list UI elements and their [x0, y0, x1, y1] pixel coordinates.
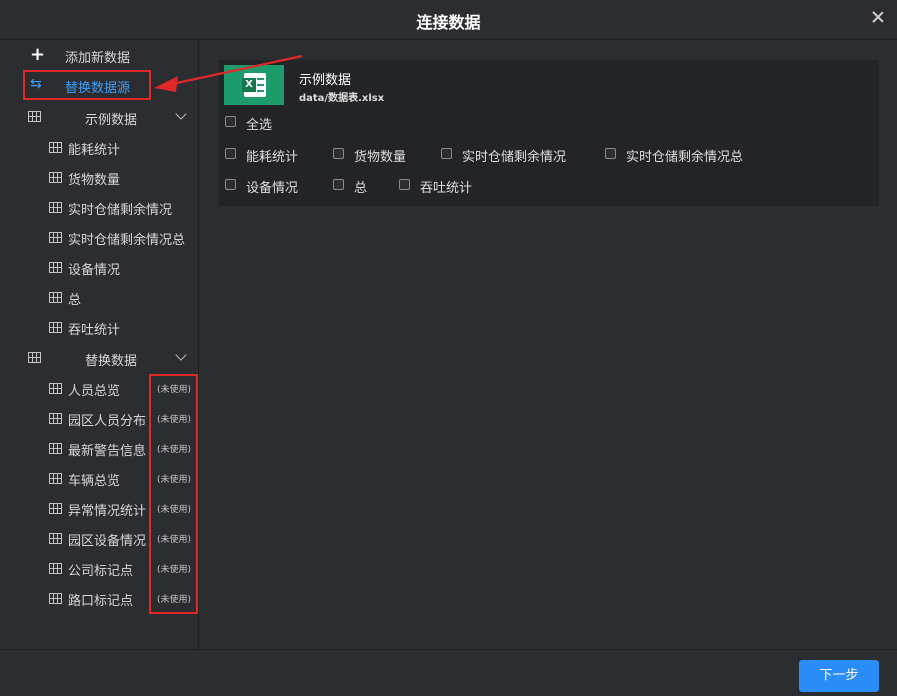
table-icon: [49, 232, 62, 243]
table-icon: [49, 473, 62, 484]
dialog-footer: 下一步: [0, 649, 897, 696]
sidebar-item-label: 公司标记点: [68, 564, 134, 579]
sidebar-item[interactable]: 吞吐统计: [0, 312, 198, 342]
checkbox-label: 总: [354, 181, 368, 196]
unused-highlight: [149, 374, 198, 614]
excel-x-icon: X: [242, 78, 256, 92]
source-card: X 示例数据 data/数据表.xlsx 全选 能耗统计 货物数量 实时仓储剩余…: [219, 60, 879, 206]
dialog-title: 连接数据: [416, 13, 481, 32]
replace-source-highlight: [23, 70, 151, 100]
chevron-down-icon[interactable]: [175, 349, 187, 361]
table-icon: [49, 142, 62, 153]
excel-file-icon: X: [224, 65, 284, 105]
sidebar-item[interactable]: 实时仓储剩余情况: [0, 192, 198, 222]
sidebar-item-label: 设备情况: [68, 263, 121, 278]
checkbox-label: 实时仓储剩余情况: [462, 150, 567, 165]
checkbox-label: 实时仓储剩余情况总: [626, 150, 744, 165]
table-icon: [49, 202, 62, 213]
sidebar-item-label: 最新警告信息: [68, 444, 147, 459]
sidebar-item-label: 车辆总览: [68, 474, 121, 489]
table-icon: [49, 262, 62, 273]
sidebar-item-label: 吞吐统计: [68, 323, 121, 338]
table-icon: [28, 111, 41, 122]
checkbox-label: 全选: [246, 118, 273, 133]
group-header-replace[interactable]: 替换数据: [0, 343, 198, 373]
source-name: 示例数据: [299, 73, 352, 88]
checkbox-label: 设备情况: [246, 181, 299, 196]
sidebar-item-label: 总: [68, 293, 82, 308]
sidebar-item-label: 路口标记点: [68, 594, 134, 609]
checkbox-label: 吞吐统计: [420, 181, 473, 196]
sidebar-item-label: 能耗统计: [68, 143, 121, 158]
sidebar-item[interactable]: 货物数量: [0, 162, 198, 192]
table-icon: [49, 383, 62, 394]
next-button[interactable]: 下一步: [799, 660, 879, 692]
table-icon: [49, 443, 62, 454]
sidebar: + 添加新数据 ⇆ 替换数据源 示例数据 能耗统计 货物数量 实时仓储剩余情况 …: [0, 40, 199, 649]
checkbox-label: 货物数量: [354, 150, 407, 165]
table-icon: [49, 533, 62, 544]
sidebar-item[interactable]: 实时仓储剩余情况总: [0, 222, 198, 252]
sidebar-item-label: 货物数量: [68, 173, 121, 188]
sidebar-item-label: 实时仓储剩余情况: [68, 203, 173, 218]
table-icon: [49, 563, 62, 574]
sidebar-item[interactable]: 能耗统计: [0, 132, 198, 162]
main-panel: X 示例数据 data/数据表.xlsx 全选 能耗统计 货物数量 实时仓储剩余…: [199, 40, 897, 649]
add-data-button[interactable]: + 添加新数据: [0, 40, 198, 70]
plus-icon: +: [30, 44, 46, 65]
sidebar-item-label: 园区设备情况: [68, 534, 147, 549]
table-icon: [49, 292, 62, 303]
table-icon: [49, 322, 62, 333]
group-name: 示例数据: [85, 113, 138, 128]
sidebar-item-label: 园区人员分布: [68, 414, 147, 429]
close-icon[interactable]: [870, 9, 886, 25]
excel-sheet-icon: X: [242, 73, 266, 97]
source-path: data/数据表.xlsx: [299, 93, 385, 104]
table-icon: [49, 172, 62, 183]
table-icon: [28, 352, 41, 363]
sidebar-item[interactable]: 设备情况: [0, 252, 198, 282]
table-icon: [49, 413, 62, 424]
sidebar-item-label: 异常情况统计: [68, 504, 147, 519]
dialog-titlebar: 连接数据: [0, 0, 897, 40]
chevron-down-icon[interactable]: [175, 108, 187, 120]
group-name: 替换数据: [85, 354, 138, 369]
sidebar-item-label: 实时仓储剩余情况总: [68, 233, 186, 248]
table-icon: [49, 593, 62, 604]
table-icon: [49, 503, 62, 514]
group-header-sample[interactable]: 示例数据: [0, 102, 198, 132]
sidebar-item-label: 人员总览: [68, 384, 121, 399]
sidebar-item[interactable]: 总: [0, 282, 198, 312]
add-data-label: 添加新数据: [65, 51, 131, 66]
checkbox-label: 能耗统计: [246, 150, 299, 165]
